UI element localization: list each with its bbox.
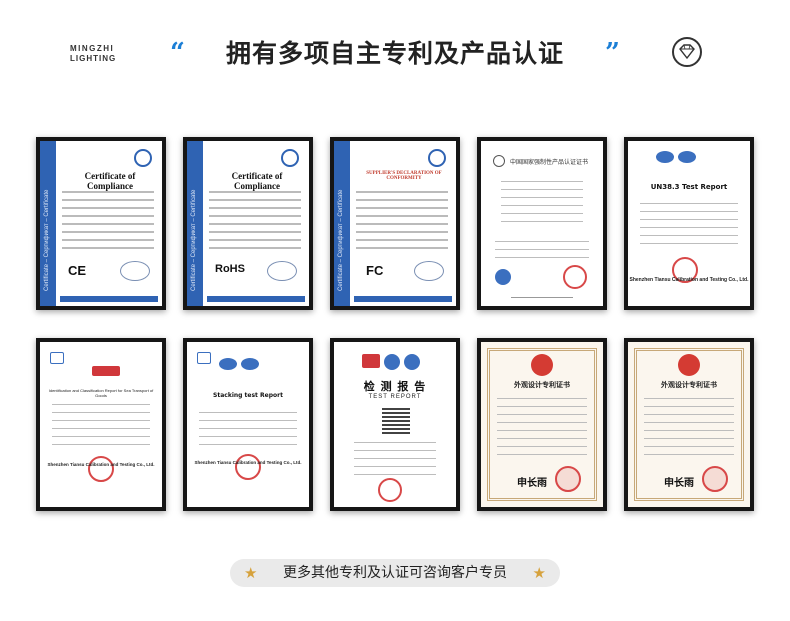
- certificate-un383[interactable]: UN38.3 Test Report Shenzhen Tiansu Calib…: [624, 137, 754, 310]
- patent-title: 外观设计专利证书: [514, 381, 570, 389]
- star-icon: ★: [244, 564, 258, 582]
- red-badge: [92, 366, 120, 376]
- lab-name: Shenzhen Tiansu Calibration and Testing …: [629, 277, 749, 283]
- certificate-band-text: Certificate – Сертификат – Certificate: [44, 189, 50, 291]
- lab-logo-icon: [50, 352, 64, 364]
- red-seal-icon: [235, 454, 261, 480]
- ilac-logo-icon: [656, 151, 674, 163]
- certificate-band-text: Certificate – Сертификат – Certificate: [338, 189, 344, 291]
- certificate-title: 中国国家强制性产品认证证书: [509, 159, 588, 166]
- star-icon: ★: [532, 564, 546, 582]
- diamond-icon: [672, 37, 702, 67]
- cnas-logo-icon: [241, 358, 259, 370]
- quote-left-icon: “: [170, 38, 185, 68]
- certificate-band-text: Certificate – Сертификат – Certificate: [191, 189, 197, 291]
- red-seal-icon: [378, 478, 402, 502]
- contact-banner-text: 更多其他专利及认证可咨询客户专员: [283, 565, 507, 581]
- signature: 申长雨: [664, 478, 694, 489]
- certificate-ce[interactable]: Certificate – Сертификат – Certificate C…: [36, 137, 166, 310]
- report-title: Stacking test Report: [213, 392, 283, 399]
- ilac-logo-icon: [384, 354, 400, 370]
- page-title: 拥有多项自主专利及产品认证: [225, 39, 564, 68]
- ce-mark: CE: [68, 263, 87, 278]
- certificate-title: Certificate of Compliance: [84, 171, 136, 191]
- national-emblem-icon: [531, 354, 553, 376]
- qr-code-icon: [382, 406, 410, 434]
- certificate-transport-identification[interactable]: Identification and Classification Report…: [36, 338, 166, 511]
- national-emblem-icon: [678, 354, 700, 376]
- report-title: 检 测 报 告: [363, 380, 427, 393]
- certificate-stacking-test[interactable]: Stacking test Report Shenzhen Tiansu Cal…: [183, 338, 313, 511]
- certificate-design-patent-2[interactable]: 外观设计专利证书 申长雨: [624, 338, 754, 511]
- red-seal-icon: [563, 265, 587, 289]
- signature-stamp: [267, 261, 297, 281]
- red-seal-icon: [88, 456, 114, 482]
- cnas-seal-icon: [495, 269, 511, 285]
- certification-logo-icon: [134, 149, 152, 167]
- ilac-logo-icon: [219, 358, 237, 370]
- certificate-design-patent-1[interactable]: 外观设计专利证书 申长雨: [477, 338, 607, 511]
- cnas-logo-icon: [678, 151, 696, 163]
- certificate-title: SUPPLIER'S DECLARATION OF CONFORMITY: [366, 171, 442, 181]
- red-seal-icon: [702, 466, 728, 492]
- header: MINGZHI LIGHTING “ 拥有多项自主专利及产品认证 ”: [0, 0, 790, 110]
- rohs-mark: RoHS: [215, 263, 245, 275]
- lab-name: Shenzhen Tiansu Calibration and Testing …: [194, 460, 302, 465]
- signature-stamp: [414, 261, 444, 281]
- certificate-fcc[interactable]: Certificate – Сертификат – Certificate S…: [330, 137, 460, 310]
- section-title: “ 拥有多项自主专利及产品认证 ”: [170, 34, 620, 74]
- certificate-rohs[interactable]: Certificate – Сертификат – Certificate C…: [183, 137, 313, 310]
- report-subtitle: TEST REPORT: [368, 394, 422, 400]
- lab-name: Shenzhen Tiansu Calibration and Testing …: [47, 462, 155, 467]
- brand-name-line1: MINGZHI: [70, 44, 115, 53]
- fcc-mark: FC: [366, 263, 384, 278]
- signature: 申长雨: [517, 478, 547, 489]
- certification-logo-icon: [428, 149, 446, 167]
- certificate-china-national[interactable]: 中国国家强制性产品认证证书: [477, 137, 607, 310]
- certificate-test-report[interactable]: 检 测 报 告 TEST REPORT: [330, 338, 460, 511]
- report-title: Identification and Classification Report…: [48, 388, 154, 398]
- red-seal-icon: [555, 466, 581, 492]
- report-title: UN38.3 Test Report: [650, 183, 728, 191]
- certification-logo-icon: [281, 149, 299, 167]
- lab-logo-icon: [197, 352, 211, 364]
- cnas-logo-icon: [404, 354, 420, 370]
- contact-banner[interactable]: ★ 更多其他专利及认证可咨询客户专员 ★: [230, 559, 560, 587]
- signature-stamp: [120, 261, 150, 281]
- brand-name-line2: LIGHTING: [70, 54, 117, 63]
- lab-logo-icon: [638, 151, 652, 163]
- certificate-title: Certificate of Compliance: [231, 171, 283, 191]
- patent-title: 外观设计专利证书: [661, 381, 717, 389]
- brand-logo: MINGZHI LIGHTING: [70, 44, 140, 64]
- quote-right-icon: ”: [605, 38, 620, 68]
- cma-logo-icon: [362, 354, 380, 368]
